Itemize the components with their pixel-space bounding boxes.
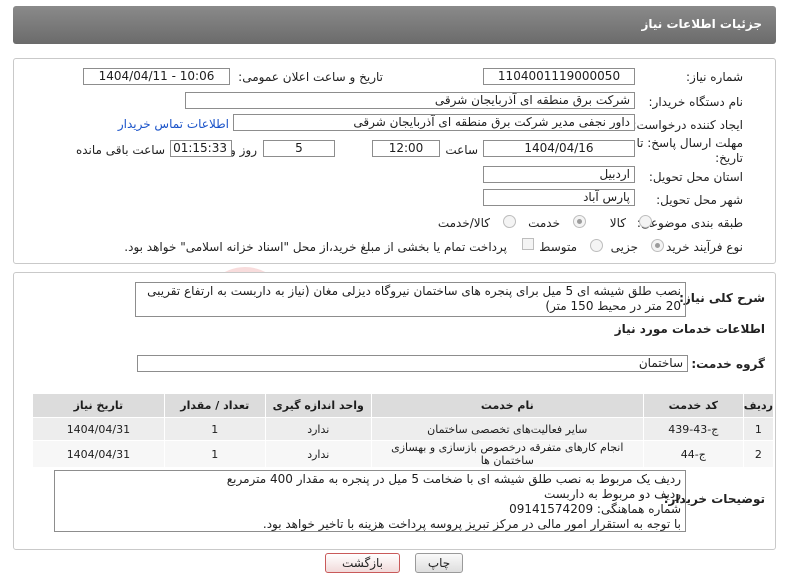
buyer-note-line: ردیف یک مربوط به نصب طلق شیشه ای با ضخام… bbox=[226, 472, 681, 486]
buyer-label: نام دستگاه خریدار: bbox=[648, 95, 744, 109]
treasury-checkbox[interactable] bbox=[522, 238, 534, 250]
buyer-notes: ردیف یک مربوط به نصب طلق شیشه ای با ضخام… bbox=[54, 470, 686, 532]
announce-field: 1404/04/11 - 10:06 bbox=[83, 68, 230, 85]
contact-info-link[interactable]: اطلاعات تماس خریدار bbox=[118, 117, 229, 131]
need-date: 1404/04/31 bbox=[32, 440, 165, 468]
row-index: 2 bbox=[742, 440, 775, 468]
service-group-label: گروه خدمت: bbox=[691, 357, 765, 371]
category-label: طبقه بندی موضوعی: bbox=[636, 216, 743, 230]
process-option-minor: جزیی bbox=[610, 240, 638, 254]
service-name: انجام کارهای متفرقه درخصوص بازسازی و بهس… bbox=[370, 440, 644, 468]
city-label: شهر محل تحویل: bbox=[656, 193, 743, 207]
category-radio-goods-service[interactable] bbox=[503, 215, 516, 228]
buyer-field: شرکت برق منطقه ای آذربایجان شرقی bbox=[185, 92, 635, 109]
summary-label: شرح کلی نیاز: bbox=[679, 291, 765, 305]
service-code: ج-43-439 bbox=[642, 417, 744, 441]
unit: ندارد bbox=[264, 417, 372, 441]
deadline-label: مهلت ارسال پاسخ: تا تاریخ: bbox=[636, 136, 743, 165]
deadline-time-field: 12:00 bbox=[372, 140, 440, 157]
days-label: روز و bbox=[230, 143, 257, 157]
need-date: 1404/04/31 bbox=[32, 417, 165, 441]
page-title: جزئیات اطلاعات نیاز bbox=[641, 17, 762, 31]
remaining-label: ساعت باقی مانده bbox=[75, 143, 165, 157]
need-number-field: 1104001119000050 bbox=[483, 68, 635, 85]
deadline-time-label: ساعت bbox=[445, 143, 478, 157]
column-header: تاریخ نیاز bbox=[32, 393, 165, 418]
services-table: ردیف کد خدمت نام خدمت واحد اندازه گیری ت… bbox=[32, 393, 775, 468]
need-number-label: شماره نیاز: bbox=[686, 70, 743, 84]
buyer-note-line: ردیف دو مربوط به داربست bbox=[543, 487, 681, 501]
city-field: پارس آباد bbox=[483, 189, 635, 206]
category-option-goods: کالا bbox=[609, 216, 626, 230]
process-option-medium: متوسط bbox=[539, 240, 577, 254]
quantity: 1 bbox=[163, 417, 266, 441]
buyer-note-line: با توجه به استقرار امور مالی در مرکز تبر… bbox=[262, 517, 681, 531]
quantity: 1 bbox=[163, 440, 266, 468]
column-header: نام خدمت bbox=[370, 393, 644, 418]
back-button[interactable]: بازگشت bbox=[325, 553, 400, 573]
column-header: واحد اندازه گیری bbox=[264, 393, 372, 418]
service-name: سایر فعالیت‌های تخصصی ساختمان bbox=[370, 417, 644, 441]
row-index: 1 bbox=[742, 417, 775, 441]
requester-label: ایجاد کننده درخواست: bbox=[632, 118, 743, 132]
summary-text: نصب طلق شیشه ای 5 میل برای پنجره های ساخ… bbox=[135, 282, 686, 317]
requester-field: داور نجفی مدیر شرکت برق منطقه ای آذربایج… bbox=[233, 114, 635, 131]
column-header: کد خدمت bbox=[642, 393, 744, 418]
process-radio-minor[interactable] bbox=[651, 239, 664, 252]
category-option-goods-service: کالا/خدمت bbox=[437, 216, 490, 230]
category-radio-goods[interactable] bbox=[639, 215, 652, 228]
table-row: 1 ج-43-439 سایر فعالیت‌های تخصصی ساختمان… bbox=[32, 417, 775, 441]
service-group-field: ساختمان bbox=[137, 355, 688, 372]
unit: ندارد bbox=[264, 440, 372, 468]
category-option-service: خدمت bbox=[528, 216, 560, 230]
treasury-note: پرداخت تمام یا بخشی از مبلغ خرید،از محل … bbox=[124, 240, 507, 254]
process-radio-medium[interactable] bbox=[590, 239, 603, 252]
remaining-time-field: 01:15:33 bbox=[170, 140, 232, 157]
process-label: نوع فرآیند خرید : bbox=[658, 240, 743, 254]
service-code: ج-44 bbox=[642, 440, 744, 468]
print-button[interactable]: چاپ bbox=[415, 553, 463, 573]
column-header: ردیف bbox=[742, 393, 775, 418]
category-radio-service[interactable] bbox=[573, 215, 586, 228]
buyer-note-line: شماره هماهنگی: 09141574209 bbox=[509, 502, 681, 516]
table-header-row: ردیف کد خدمت نام خدمت واحد اندازه گیری ت… bbox=[32, 393, 775, 418]
table-row: 2 ج-44 انجام کارهای متفرقه درخصوص بازساز… bbox=[32, 440, 775, 468]
deadline-date-field: 1404/04/16 bbox=[483, 140, 635, 157]
column-header: تعداد / مقدار bbox=[163, 393, 266, 418]
page-header: جزئیات اطلاعات نیاز bbox=[13, 6, 776, 44]
services-section-title: اطلاعات خدمات مورد نیاز bbox=[614, 322, 765, 336]
announce-label: تاریخ و ساعت اعلان عمومی: bbox=[238, 70, 383, 84]
province-label: استان محل تحویل: bbox=[648, 170, 743, 184]
days-field: 5 bbox=[263, 140, 335, 157]
province-field: اردبیل bbox=[483, 166, 635, 183]
